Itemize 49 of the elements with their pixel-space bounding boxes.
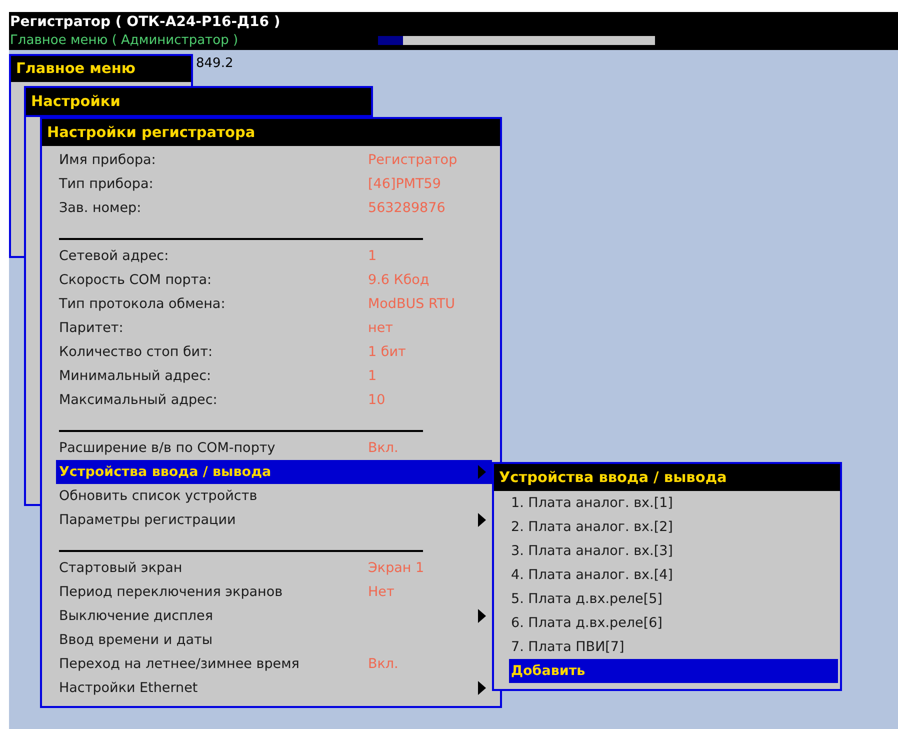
item-value: 10 bbox=[368, 392, 386, 408]
item-value: Регистратор bbox=[368, 152, 458, 168]
menu-title: Главное меню bbox=[16, 61, 136, 77]
item-value: Вкл. bbox=[368, 440, 398, 456]
item-value: [46]РМТ59 bbox=[368, 176, 441, 192]
menu-item[interactable]: Период переключения экранов Нет bbox=[56, 580, 492, 604]
menu-item[interactable]: Имя прибора: Регистратор bbox=[56, 148, 492, 172]
item-value: 563289876 bbox=[368, 200, 446, 216]
menu-item[interactable]: 2. Плата аналог. вх.[2] bbox=[509, 515, 838, 539]
item-value: 1 bbox=[368, 248, 377, 264]
item-value: ModBUS RTU bbox=[368, 296, 456, 312]
menu-item[interactable]: Ввод времени и даты bbox=[56, 628, 492, 652]
menu-item[interactable]: Настройки Ethernet bbox=[56, 676, 492, 700]
menu-item[interactable]: Зав. номер: 563289876 bbox=[56, 196, 492, 220]
menu-item[interactable]: Тип прибора: [46]РМТ59 bbox=[56, 172, 492, 196]
menu-item[interactable]: Минимальный адрес: 1 bbox=[56, 364, 492, 388]
menu-item[interactable]: Переход на летнее/зимнее время Вкл. bbox=[56, 652, 492, 676]
window-title: Регистратор ( ОТК-А24-Р16-Д16 ) bbox=[10, 14, 280, 30]
item-value: 9.6 Кбод bbox=[368, 272, 430, 288]
item-value: Нет bbox=[368, 584, 394, 600]
menu-item[interactable]: 5. Плата д.вх.реле[5] bbox=[509, 587, 838, 611]
menu-item[interactable]: 1. Плата аналог. вх.[1] bbox=[509, 491, 838, 515]
item-value: нет bbox=[368, 320, 393, 336]
menu-item[interactable]: Выключение дисплея bbox=[56, 604, 492, 628]
menu-item[interactable]: Сетевой адрес: 1 bbox=[56, 244, 492, 268]
menu-item[interactable]: Скорость СОМ порта: 9.6 Кбод bbox=[56, 268, 492, 292]
menu-item[interactable]: Стартовый экран Экран 1 bbox=[56, 556, 492, 580]
menu-item[interactable]: Обновить список устройств bbox=[56, 484, 492, 508]
menu-item[interactable]: Количество стоп бит: 1 бит bbox=[56, 340, 492, 364]
menu-item[interactable]: 4. Плата аналог. вх.[4] bbox=[509, 563, 838, 587]
menu-item[interactable]: Параметры регистрации bbox=[56, 508, 492, 532]
menu-item[interactable]: Тип протокола обмена: ModBUS RTU bbox=[56, 292, 492, 316]
menu-title: Устройства ввода / вывода bbox=[499, 470, 727, 486]
item-value: 1 бит bbox=[368, 344, 406, 360]
menu-title: Настройки регистратора bbox=[47, 124, 256, 140]
menu-item[interactable]: Паритет: нет bbox=[56, 316, 492, 340]
menu-item[interactable]: 6. Плата д.вх.реле[6] bbox=[509, 611, 838, 635]
menu-item[interactable]: Добавить bbox=[509, 659, 838, 683]
breadcrumb-text: Главное меню ( Администратор ) bbox=[10, 32, 240, 48]
item-value: Вкл. bbox=[368, 656, 398, 672]
menu-item[interactable]: Устройства ввода / вывода bbox=[56, 460, 492, 484]
menu-item[interactable]: Расширение в/в по СОМ-порту Вкл. bbox=[56, 436, 492, 460]
menu-title: Настройки bbox=[31, 94, 120, 110]
menu-item[interactable]: 3. Плата аналог. вх.[3] bbox=[509, 539, 838, 563]
menu-item[interactable]: Максимальный адрес: 10 bbox=[56, 388, 492, 412]
item-value: Экран 1 bbox=[368, 560, 424, 576]
menu-item[interactable]: 7. Плата ПВИ[7] bbox=[509, 635, 838, 659]
item-value: 1 bbox=[368, 368, 377, 384]
value-reading: 849.2 bbox=[196, 56, 234, 71]
